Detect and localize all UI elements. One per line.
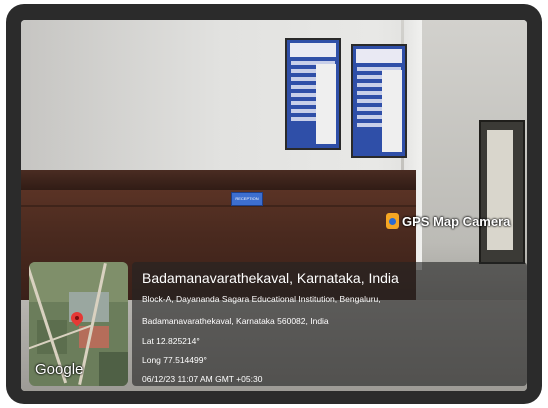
longitude: Long 77.514499° [142,355,207,365]
reception-sign: RECEPTION [231,192,263,206]
latitude: Lat 12.825214° [142,336,200,346]
watermark-app-name: GPS Map Camera [402,213,511,229]
counter-top [21,170,416,192]
gps-map-camera-watermark: GPS Map Camera [386,213,510,229]
map-pin-app-icon [386,213,399,229]
address-line-1: Block-A, Dayananda Sagara Educational In… [142,294,381,304]
notice-board-left [285,38,341,150]
timestamp: 06/12/23 11:07 AM GMT +05:30 [142,374,263,384]
google-logo: Google [35,361,84,378]
address-line-2: Badamanavarathekaval, Karnataka 560082, … [142,316,329,326]
location-title: Badamanavarathekaval, Karnataka, India [142,270,399,286]
location-info-panel: Badamanavarathekaval, Karnataka, India B… [132,262,527,386]
location-overlay: Google Badamanavarathekaval, Karnataka, … [29,262,527,386]
map-thumbnail[interactable]: Google [29,262,128,386]
notice-board-right [351,44,407,158]
door [479,120,525,264]
